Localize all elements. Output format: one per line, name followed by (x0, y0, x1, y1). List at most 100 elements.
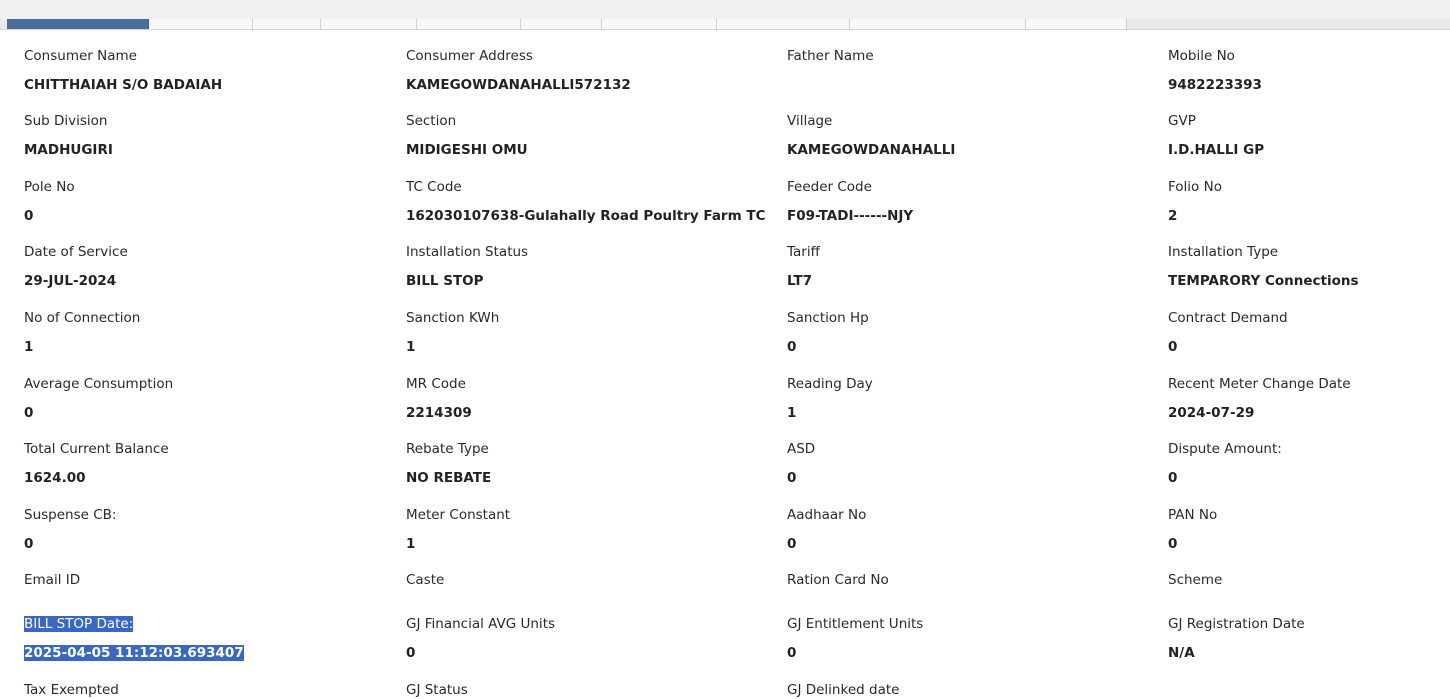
field-recent-meter-change-date: Recent Meter Change Date 2024-07-29 (1168, 375, 1448, 422)
pan-no-value: 0 (1168, 536, 1178, 552)
sanction-kwh-label: Sanction KWh (406, 310, 500, 326)
field-ration-card-no: Ration Card No (787, 571, 1157, 600)
pan-no-label: PAN No (1168, 507, 1218, 523)
tab-10[interactable] (1026, 19, 1127, 29)
gj-registration-date-label: GJ Registration Date (1168, 616, 1305, 632)
gj-delinked-date-label: GJ Delinked date (787, 682, 900, 698)
reading-day-label: Reading Day (787, 376, 873, 392)
total-current-balance-label: Total Current Balance (24, 441, 169, 457)
tab-6[interactable] (521, 19, 602, 29)
field-meter-constant: Meter Constant 1 (406, 506, 776, 553)
tab-2[interactable] (149, 19, 253, 29)
sub-division-value: MADHUGIRI (24, 142, 113, 158)
field-installation-type: Installation Type TEMPARORY Connections (1168, 243, 1448, 290)
field-tax-exempted: Tax Exempted (24, 681, 394, 699)
tax-exempted-label: Tax Exempted (24, 682, 119, 698)
consumer-address-value: KAMEGOWDANAHALLI572132 (406, 77, 631, 93)
field-gj-delinked-date: GJ Delinked date (787, 681, 1157, 699)
gj-financial-avg-units-label: GJ Financial AVG Units (406, 616, 556, 632)
dispute-amount-label: Dispute Amount: (1168, 441, 1282, 457)
meter-constant-label: Meter Constant (406, 507, 511, 523)
field-total-current-balance: Total Current Balance 1624.00 (24, 440, 394, 487)
gj-financial-avg-units-value: 0 (406, 645, 416, 661)
field-mr-code: MR Code 2214309 (406, 375, 776, 422)
recent-meter-change-date-label: Recent Meter Change Date (1168, 376, 1351, 392)
field-village: Village KAMEGOWDANAHALLI (787, 112, 1157, 159)
field-scheme: Scheme (1168, 571, 1448, 600)
rebate-type-label: Rebate Type (406, 441, 489, 457)
consumer-name-value: CHITTHAIAH S/O BADAIAH (24, 77, 223, 93)
field-father-name: Father Name (787, 47, 1157, 76)
meter-constant-value: 1 (406, 536, 416, 552)
pole-no-label: Pole No (24, 179, 75, 195)
aadhaar-no-value: 0 (787, 536, 797, 552)
field-gvp: GVP I.D.HALLI GP (1168, 112, 1448, 159)
no-of-connection-label: No of Connection (24, 310, 141, 326)
tc-code-label: TC Code (406, 179, 462, 195)
gvp-label: GVP (1168, 113, 1196, 129)
tab-9[interactable] (850, 19, 1026, 29)
mr-code-label: MR Code (406, 376, 466, 392)
installation-type-label: Installation Type (1168, 244, 1279, 260)
contract-demand-value: 0 (1168, 339, 1178, 355)
gvp-value: I.D.HALLI GP (1168, 142, 1265, 158)
field-pan-no: PAN No 0 (1168, 506, 1448, 553)
scheme-label: Scheme (1168, 572, 1223, 588)
asd-label: ASD (787, 441, 816, 457)
tab-4[interactable] (321, 19, 417, 29)
feeder-code-value: F09-TADI------NJY (787, 208, 914, 224)
caste-label: Caste (406, 572, 445, 588)
field-sub-division: Sub Division MADHUGIRI (24, 112, 394, 159)
recent-meter-change-date-value: 2024-07-29 (1168, 405, 1255, 421)
field-pole-no: Pole No 0 (24, 178, 394, 225)
field-bill-stop-date: BILL STOP Date: 2025-04-05 11:12:03.6934… (24, 615, 394, 662)
sanction-hp-value: 0 (787, 339, 797, 355)
field-suspense-cb: Suspense CB: 0 (24, 506, 394, 553)
no-of-connection-value: 1 (24, 339, 34, 355)
installation-status-label: Installation Status (406, 244, 529, 260)
gj-registration-date-value: N/A (1168, 645, 1195, 661)
field-sanction-hp: Sanction Hp 0 (787, 309, 1157, 356)
gj-entitlement-units-label: GJ Entitlement Units (787, 616, 924, 632)
field-mobile-no: Mobile No 9482223393 (1168, 47, 1448, 94)
field-asd: ASD 0 (787, 440, 1157, 487)
tab-consumer-details[interactable] (7, 19, 149, 29)
field-section: Section MIDIGESHI OMU (406, 112, 776, 159)
field-gj-entitlement-units: GJ Entitlement Units 0 (787, 615, 1157, 662)
field-gj-financial-avg-units: GJ Financial AVG Units 0 (406, 615, 776, 662)
field-installation-status: Installation Status BILL STOP (406, 243, 776, 290)
tab-bar (0, 0, 1450, 30)
pole-no-value: 0 (24, 208, 34, 224)
field-dispute-amount: Dispute Amount: 0 (1168, 440, 1448, 487)
field-tariff: Tariff LT7 (787, 243, 1157, 290)
field-sanction-kwh: Sanction KWh 1 (406, 309, 776, 356)
field-date-of-service: Date of Service 29-JUL-2024 (24, 243, 394, 290)
average-consumption-value: 0 (24, 405, 34, 421)
gj-entitlement-units-value: 0 (787, 645, 797, 661)
ration-card-no-label: Ration Card No (787, 572, 889, 588)
suspense-cb-value: 0 (24, 536, 34, 552)
sanction-kwh-value: 1 (406, 339, 416, 355)
village-label: Village (787, 113, 833, 129)
installation-type-value: TEMPARORY Connections (1168, 273, 1359, 289)
field-gj-registration-date: GJ Registration Date N/A (1168, 615, 1448, 662)
total-current-balance-value: 1624.00 (24, 470, 86, 486)
tab-8[interactable] (717, 19, 850, 29)
feeder-code-label: Feeder Code (787, 179, 872, 195)
field-consumer-address: Consumer Address KAMEGOWDANAHALLI572132 (406, 47, 776, 94)
tc-code-value: 162030107638-Gulahally Road Poultry Farm… (406, 208, 766, 224)
sanction-hp-label: Sanction Hp (787, 310, 869, 326)
tab-3[interactable] (253, 19, 321, 29)
folio-no-value: 2 (1168, 208, 1178, 224)
average-consumption-label: Average Consumption (24, 376, 174, 392)
field-average-consumption: Average Consumption 0 (24, 375, 394, 422)
tab-7[interactable] (602, 19, 717, 29)
installation-status-value: BILL STOP (406, 273, 484, 289)
consumer-address-label: Consumer Address (406, 48, 533, 64)
field-aadhaar-no: Aadhaar No 0 (787, 506, 1157, 553)
email-id-label: Email ID (24, 572, 81, 588)
field-feeder-code: Feeder Code F09-TADI------NJY (787, 178, 1157, 225)
mobile-no-value: 9482223393 (1168, 77, 1262, 93)
tab-5[interactable] (417, 19, 521, 29)
contract-demand-label: Contract Demand (1168, 310, 1288, 326)
